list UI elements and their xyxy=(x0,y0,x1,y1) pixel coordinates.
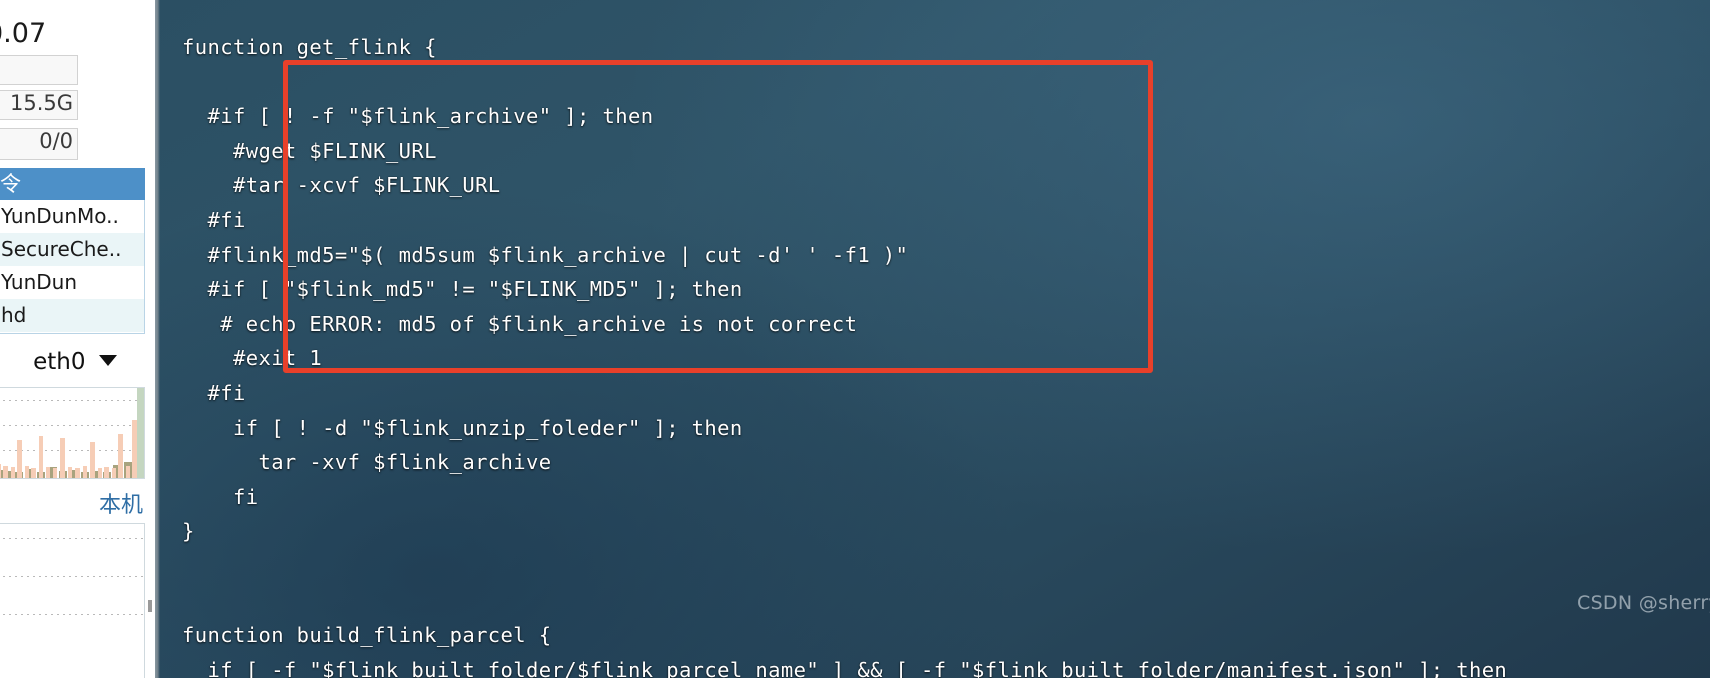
local-traffic-graph xyxy=(0,523,145,678)
gridline xyxy=(0,614,144,615)
gridline xyxy=(0,576,144,577)
network-bar xyxy=(126,466,130,478)
network-bar xyxy=(11,467,15,478)
editor-gutter-edge xyxy=(155,0,160,678)
system-monitor-panel: 0.07 15.5G 0/0 令 YunDunMo.. SecureChe.. … xyxy=(0,0,155,678)
network-bar xyxy=(75,468,80,478)
table-row[interactable]: SecureChe.. xyxy=(0,233,144,266)
network-bar xyxy=(104,467,109,478)
network-bar xyxy=(68,467,72,478)
network-bar xyxy=(118,434,123,478)
network-interface-selector[interactable]: eth0 xyxy=(0,349,150,375)
network-bar xyxy=(46,467,50,478)
process-table[interactable]: YunDunMo.. SecureChe.. YunDun hd xyxy=(0,200,145,334)
network-bar xyxy=(3,466,8,478)
network-bar xyxy=(31,468,36,478)
network-bar xyxy=(90,442,95,478)
memory-field[interactable]: 15.5G xyxy=(0,90,78,120)
table-row[interactable]: YunDun xyxy=(0,266,144,299)
network-bar xyxy=(112,468,116,478)
load-average-value: 0.07 xyxy=(0,18,47,49)
network-bar xyxy=(0,464,1,478)
gridline xyxy=(0,425,144,426)
network-bar xyxy=(83,466,87,478)
gridline xyxy=(0,538,144,539)
network-bar xyxy=(25,466,29,478)
network-bar xyxy=(39,436,43,478)
local-host-label: 本机 xyxy=(98,493,143,518)
gridline xyxy=(0,400,144,401)
table-row[interactable]: YunDunMo.. xyxy=(0,200,144,233)
scrollbar-thumb[interactable] xyxy=(148,600,152,612)
network-bar xyxy=(60,438,65,478)
network-traffic-graph xyxy=(0,387,145,479)
screenshot-root: 0.07 15.5G 0/0 令 YunDunMo.. SecureChe.. … xyxy=(0,0,1710,678)
network-current-highlight xyxy=(137,388,144,478)
io-field[interactable]: 0/0 xyxy=(0,128,78,160)
blank-field[interactable] xyxy=(0,55,78,85)
network-bar xyxy=(53,468,57,478)
table-row[interactable]: hd xyxy=(0,299,144,332)
chevron-down-icon[interactable] xyxy=(98,355,117,366)
network-bar xyxy=(98,468,102,478)
process-table-header[interactable]: 令 xyxy=(0,168,145,200)
watermark-text: CSDN @sherrypoy_4 xyxy=(1577,592,1710,614)
network-bar xyxy=(17,440,22,478)
network-interface-label: eth0 xyxy=(33,349,86,375)
code-content[interactable]: function get_flink { #if [ ! -f "$flink_… xyxy=(182,30,1507,678)
code-editor[interactable]: function get_flink { #if [ ! -f "$flink_… xyxy=(155,0,1710,678)
